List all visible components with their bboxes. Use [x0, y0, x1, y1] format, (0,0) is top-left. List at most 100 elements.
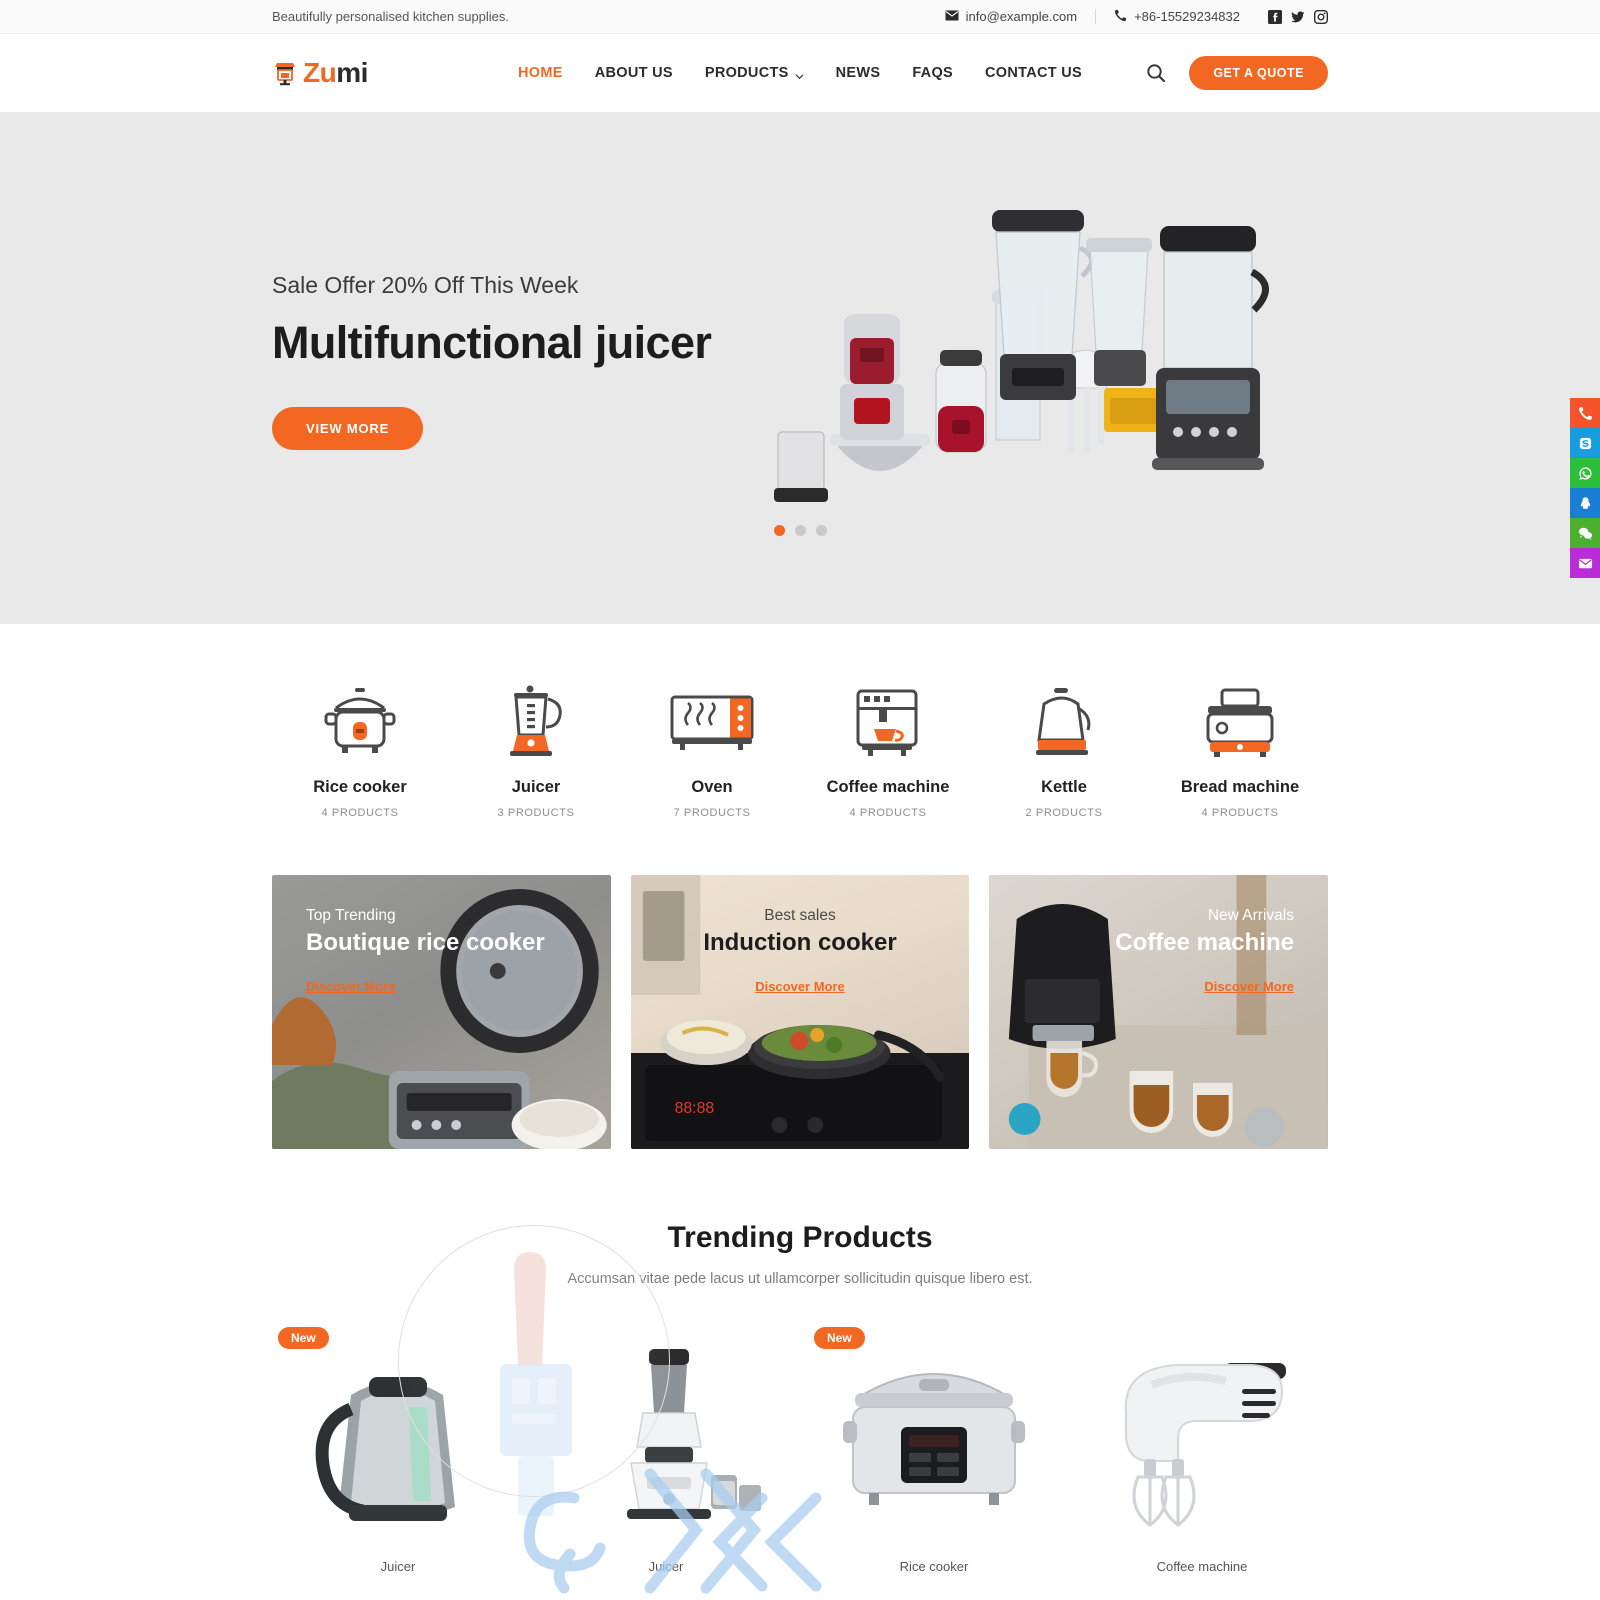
phone-icon — [1114, 9, 1127, 25]
logo[interactable]: Zumi — [272, 57, 368, 89]
rail-qq-button[interactable] — [1570, 488, 1600, 518]
logo-text: Zumi — [303, 57, 368, 89]
phone-contact[interactable]: +86-15529234832 — [1114, 9, 1240, 25]
discover-more-link[interactable]: Discover More — [755, 979, 845, 994]
hero-kicker: Sale Offer 20% Off This Week — [272, 272, 579, 298]
product-card[interactable]: New Juicer — [272, 1319, 524, 1574]
logo-text-secondary: mi — [336, 57, 368, 88]
banner-text: Best sales Induction cooker Discover Mor… — [631, 907, 970, 996]
category-grid: Rice cooker 4 PRODUCTS Juicer 3 PRODUCTS… — [0, 624, 1600, 819]
status-badge: New — [278, 1327, 329, 1349]
category-oven[interactable]: Oven 7 PRODUCTS — [624, 682, 800, 819]
rail-wechat-button[interactable] — [1570, 518, 1600, 548]
category-label: Rice cooker — [313, 778, 407, 796]
coffee-machine-icon — [800, 682, 976, 764]
get-a-quote-button[interactable]: GET A QUOTE — [1189, 56, 1328, 90]
category-rice-cooker[interactable]: Rice cooker 4 PRODUCTS — [272, 682, 448, 819]
discover-more-link[interactable]: Discover More — [306, 979, 396, 994]
slider-dot-1[interactable] — [773, 525, 785, 536]
banner-new-arrivals[interactable]: New Arrivals Coffee machine Discover Mor… — [989, 875, 1328, 1149]
category-coffee-machine[interactable]: Coffee machine 4 PRODUCTS — [800, 682, 976, 819]
product-card[interactable]: Juicer — [540, 1319, 792, 1574]
search-icon[interactable] — [1145, 62, 1167, 84]
category-count: 4 PRODUCTS — [321, 807, 399, 819]
category-bread-machine[interactable]: Bread machine 4 PRODUCTS — [1152, 682, 1328, 819]
kettle-icon — [976, 682, 1152, 764]
header-actions: GET A QUOTE — [1145, 56, 1328, 90]
banner-text: New Arrivals Coffee machine Discover Mor… — [989, 907, 1328, 996]
banner-kicker: Best sales — [764, 907, 836, 924]
product-name: Rice cooker — [899, 1559, 969, 1574]
rail-email-button[interactable] — [1570, 548, 1600, 578]
nav-label: NEWS — [835, 65, 881, 81]
social-links — [1268, 9, 1328, 24]
slider-dot-3[interactable] — [815, 525, 827, 536]
rail-skype-button[interactable] — [1570, 428, 1600, 458]
svg-text:88:88: 88:88 — [674, 1100, 714, 1117]
nav-label: CONTACT US — [985, 65, 1082, 81]
nav-item-contact-us[interactable]: CONTACT US — [969, 65, 1098, 81]
banner-title: Boutique rice cooker — [306, 929, 545, 956]
discover-more-link[interactable]: Discover More — [1204, 979, 1294, 994]
twitter-icon[interactable] — [1291, 10, 1305, 24]
top-bar: Beautifully personalised kitchen supplie… — [0, 0, 1600, 34]
rice-cooker-photo — [808, 1327, 1060, 1545]
page-root: Beautifully personalised kitchen supplie… — [0, 0, 1600, 1600]
category-count: 2 PRODUCTS — [1025, 807, 1103, 819]
hand-mixer-photo — [1076, 1327, 1328, 1545]
facebook-icon[interactable] — [1268, 9, 1282, 24]
category-count: 4 PRODUCTS — [849, 807, 927, 819]
banner-kicker: New Arrivals — [1207, 907, 1294, 924]
product-card[interactable]: New Rice cooker — [808, 1319, 1060, 1574]
section-subtitle: Accumsan vitae pede lacus ut ullamcorper… — [567, 1271, 1033, 1287]
category-count: 4 PRODUCTS — [1201, 807, 1279, 819]
category-label: Coffee machine — [826, 778, 950, 796]
nav-label: ABOUT US — [594, 65, 673, 81]
banner-text: Top Trending Boutique rice cooker Discov… — [272, 907, 611, 996]
main-nav: HOME ABOUT US PRODUCTS NEWS FAQS CONTACT… — [0, 65, 1600, 81]
nav-item-about-us[interactable]: ABOUT US — [579, 65, 689, 81]
category-kettle[interactable]: Kettle 2 PRODUCTS — [976, 682, 1152, 819]
nav-item-products[interactable]: PRODUCTS — [689, 65, 820, 81]
nav-label: HOME — [518, 65, 563, 81]
nav-item-faqs[interactable]: FAQS — [896, 65, 969, 81]
oven-icon — [624, 682, 800, 764]
slider-dots — [0, 525, 1600, 536]
hero-product-image — [768, 192, 1328, 522]
promo-banners: Top Trending Boutique rice cooker Discov… — [0, 875, 1600, 1149]
section-title: Trending Products — [667, 1221, 933, 1254]
phone-text: +86-15529234832 — [1134, 9, 1240, 24]
product-name: Juicer — [648, 1559, 684, 1574]
banner-title: Induction cooker — [703, 929, 897, 956]
view-more-button[interactable]: VIEW MORE — [272, 407, 424, 450]
category-count: 7 PRODUCTS — [673, 807, 751, 819]
tagline: Beautifully personalised kitchen supplie… — [272, 9, 510, 24]
nav-item-home[interactable]: HOME — [502, 65, 579, 81]
product-name: Juicer — [380, 1559, 416, 1574]
storefront-icon — [272, 60, 298, 86]
logo-text-primary: Zu — [303, 57, 337, 88]
rail-whatsapp-button[interactable] — [1570, 458, 1600, 488]
banner-title: Coffee machine — [1115, 929, 1294, 956]
blender-photo — [540, 1327, 792, 1545]
nav-item-news[interactable]: NEWS — [820, 65, 897, 81]
divider — [1095, 9, 1097, 24]
slider-dot-2[interactable] — [794, 525, 806, 536]
banner-best-sales[interactable]: 88:88 Best sales Induction cooker Discov… — [630, 875, 970, 1149]
email-text: info@example.com — [965, 9, 1078, 24]
instagram-icon[interactable] — [1314, 9, 1328, 24]
product-card[interactable]: Coffee machine — [1076, 1319, 1328, 1574]
envelope-icon — [945, 9, 959, 24]
banner-top-trending[interactable]: Top Trending Boutique rice cooker Discov… — [272, 875, 611, 1149]
topbar-contacts: info@example.com +86-15529234832 — [945, 9, 1328, 25]
category-label: Juicer — [511, 778, 561, 796]
banner-kicker: Top Trending — [306, 907, 396, 924]
rail-phone-button[interactable] — [1570, 398, 1600, 428]
blender-icon — [448, 682, 624, 764]
email-contact[interactable]: info@example.com — [945, 9, 1077, 24]
hero-slider: Sale Offer 20% Off This Week Multifuncti… — [0, 112, 1600, 624]
category-juicer[interactable]: Juicer 3 PRODUCTS — [448, 682, 624, 819]
nav-label: FAQS — [912, 65, 953, 81]
chevron-down-icon — [795, 69, 804, 79]
trending-products-section: Trending Products Accumsan vitae pede la… — [0, 1221, 1600, 1574]
